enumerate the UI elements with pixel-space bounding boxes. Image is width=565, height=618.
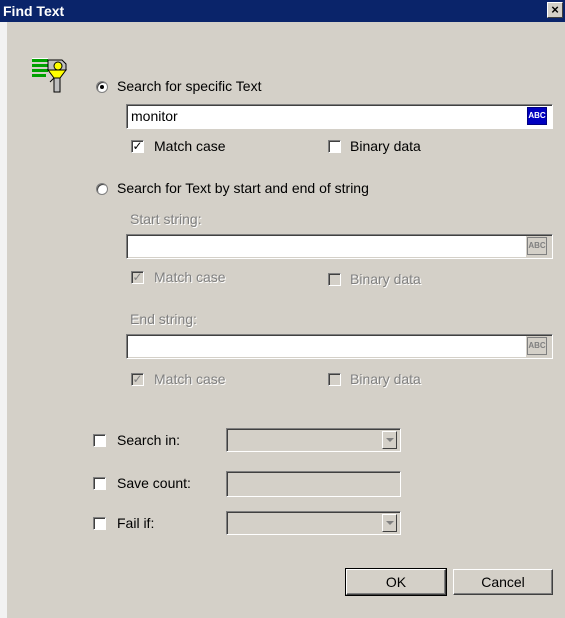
search-in-label: Search in: xyxy=(117,432,181,448)
fail-if-dropdown[interactable] xyxy=(226,511,401,535)
end-abc-button[interactable]: ABC xyxy=(527,337,547,355)
radio-selected-dot xyxy=(100,85,104,89)
start-binary-data-label: Binary data xyxy=(350,271,421,287)
close-icon: × xyxy=(551,2,559,17)
start-string-input[interactable] xyxy=(128,236,526,257)
save-count-field[interactable] xyxy=(226,471,401,497)
end-string-input[interactable] xyxy=(128,336,526,357)
search-start-end-label: Search for Text by start and end of stri… xyxy=(117,180,369,196)
search-specific-radio[interactable] xyxy=(96,81,108,93)
ok-button[interactable]: OK xyxy=(345,568,447,596)
fail-if-checkbox[interactable] xyxy=(93,517,106,530)
start-match-case-label: Match case xyxy=(154,269,226,285)
end-string-field[interactable]: ABC xyxy=(126,334,553,359)
abc-icon: ABC xyxy=(528,241,546,250)
end-match-case-label: Match case xyxy=(154,371,226,387)
search-specific-label: Search for specific Text xyxy=(117,78,262,94)
search-start-end-radio[interactable] xyxy=(96,183,108,195)
start-abc-button[interactable]: ABC xyxy=(527,237,547,255)
close-button[interactable]: × xyxy=(547,2,563,18)
binary-data-checkbox[interactable] xyxy=(328,140,341,153)
search-text-input[interactable] xyxy=(131,108,511,124)
abc-button[interactable]: ABC xyxy=(527,107,547,125)
end-string-label: End string: xyxy=(130,311,197,327)
title-bar: Find Text × xyxy=(0,0,565,22)
fail-if-label: Fail if: xyxy=(117,515,155,531)
start-match-case-checkbox[interactable]: ✓ xyxy=(131,271,144,284)
end-binary-data-label: Binary data xyxy=(350,371,421,387)
cancel-button[interactable]: Cancel xyxy=(453,569,553,595)
chevron-down-icon[interactable] xyxy=(382,514,397,532)
save-count-checkbox[interactable] xyxy=(93,477,106,490)
start-string-label: Start string: xyxy=(130,211,202,227)
start-string-field[interactable]: ABC xyxy=(126,234,553,259)
window-frame-left xyxy=(0,22,7,618)
search-text-field[interactable]: ABC xyxy=(126,104,553,129)
match-case-checkbox[interactable]: ✓ xyxy=(131,140,144,153)
end-binary-data-checkbox[interactable] xyxy=(328,373,341,386)
save-count-label: Save count: xyxy=(117,475,191,491)
end-match-case-checkbox[interactable]: ✓ xyxy=(131,373,144,386)
binary-data-label: Binary data xyxy=(350,138,421,154)
find-text-icon xyxy=(32,56,72,96)
chevron-down-icon[interactable] xyxy=(382,431,397,449)
search-in-dropdown[interactable] xyxy=(226,428,401,452)
start-binary-data-checkbox[interactable] xyxy=(328,273,341,286)
abc-icon: ABC xyxy=(528,341,546,350)
search-in-checkbox[interactable] xyxy=(93,434,106,447)
abc-icon: ABC xyxy=(528,111,546,120)
match-case-label: Match case xyxy=(154,138,226,154)
window-title: Find Text xyxy=(3,3,65,19)
